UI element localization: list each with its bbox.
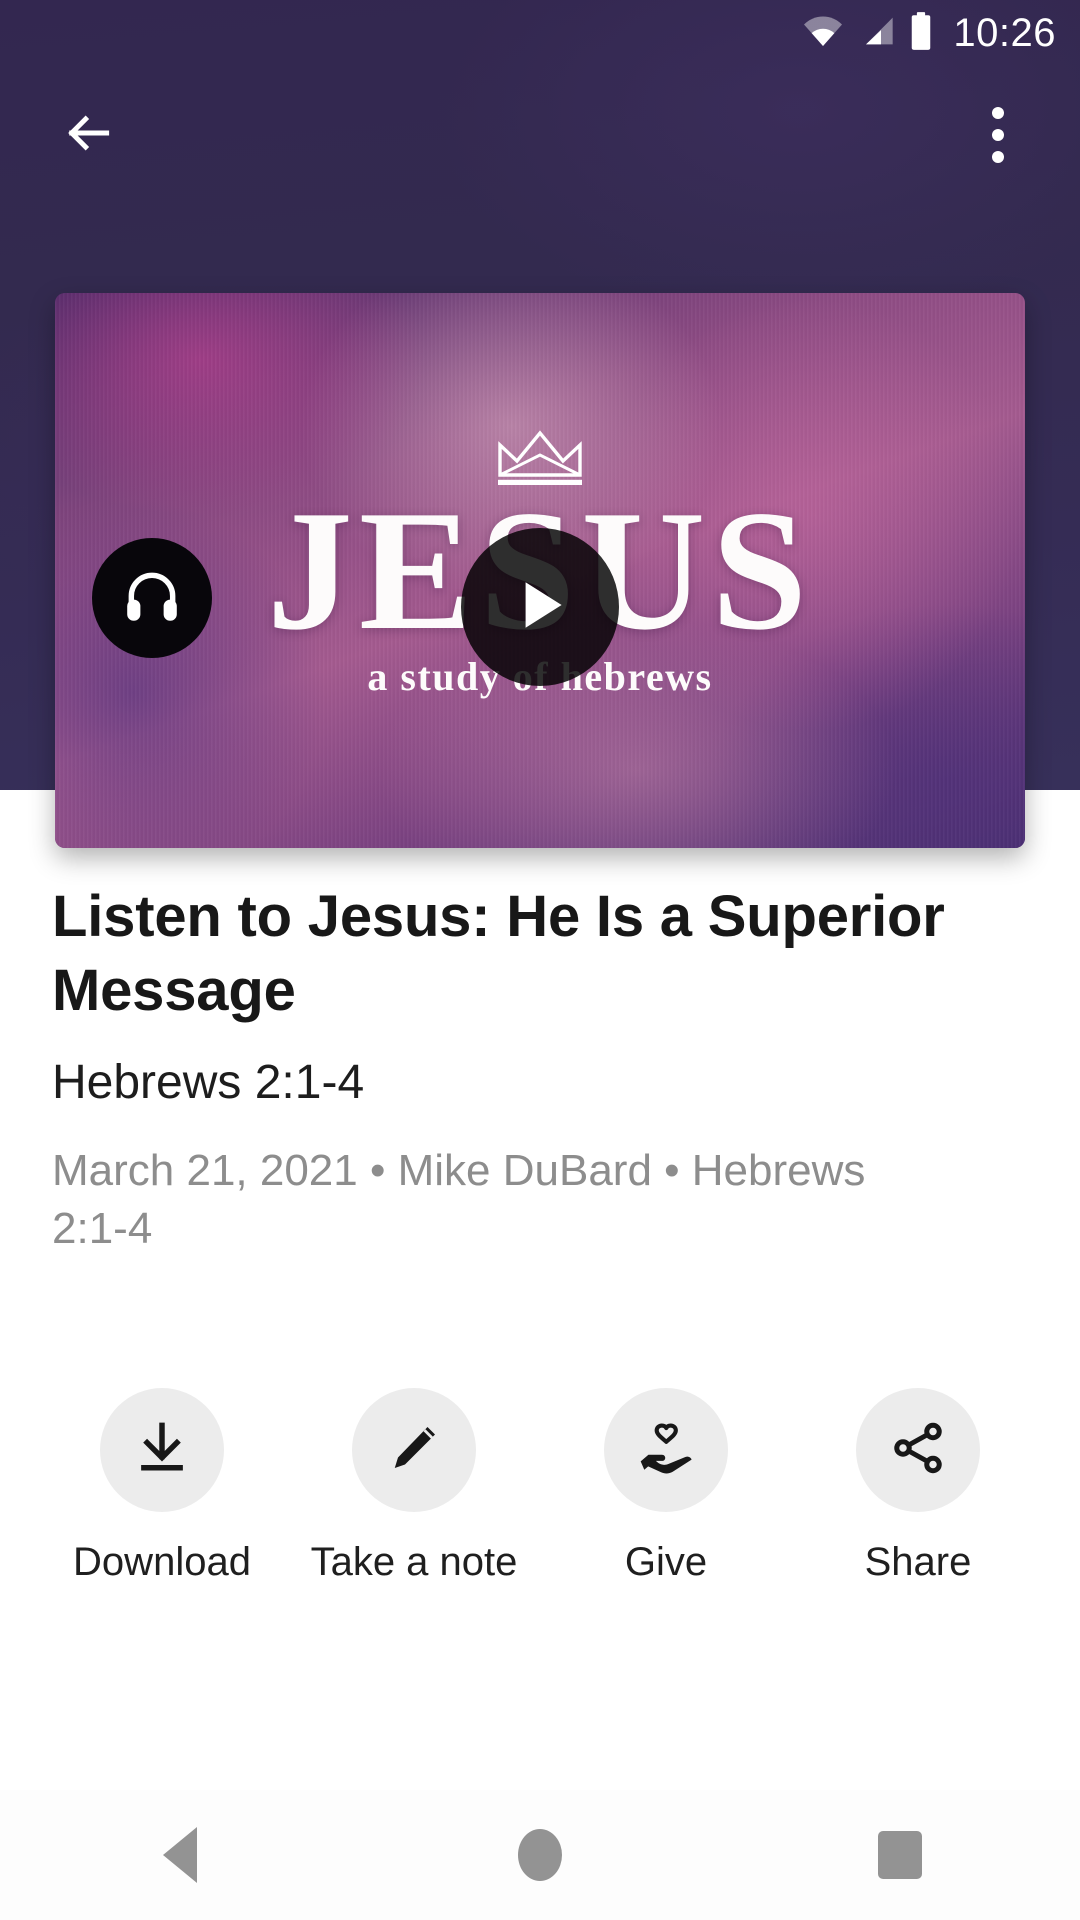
android-recents-icon (878, 1831, 922, 1879)
cellular-signal-icon (857, 16, 895, 51)
headphones-icon (121, 565, 183, 632)
take-note-button[interactable] (352, 1388, 476, 1512)
sermon-artwork-card[interactable]: JESUS a study of hebrews (55, 293, 1025, 848)
download-button[interactable] (100, 1388, 224, 1512)
app-bar (0, 66, 1080, 204)
listen-audio-button[interactable] (92, 538, 212, 658)
play-icon (504, 569, 576, 646)
download-icon (130, 1416, 194, 1485)
give-button[interactable] (604, 1388, 728, 1512)
status-bar: 10:26 (0, 0, 1080, 66)
overflow-menu-icon (992, 107, 1004, 163)
sermon-detail-screen: 10:26 JESUS (0, 0, 1080, 1920)
download-label: Download (73, 1540, 251, 1584)
back-button[interactable] (40, 87, 136, 183)
battery-icon (909, 11, 933, 55)
android-home-icon (518, 1829, 562, 1881)
android-nav-bar (0, 1790, 1080, 1920)
action-row: Download Take a note Give Share (0, 1388, 1080, 1585)
share-label: Share (864, 1540, 972, 1584)
sermon-meta: March 21, 2021 • Mike DuBard • Hebrews 2… (52, 1146, 866, 1254)
status-bar-icons (803, 11, 933, 55)
sermon-info: Listen to Jesus: He Is a Superior Messag… (0, 880, 1080, 1258)
give-label: Give (624, 1540, 708, 1584)
wifi-icon (803, 16, 843, 51)
sermon-title: Listen to Jesus: He Is a Superior Messag… (52, 884, 945, 1024)
take-note-label: Take a note (310, 1540, 518, 1584)
sermon-passage: Hebrews 2:1-4 (52, 1056, 365, 1110)
status-bar-clock: 10:26 (953, 11, 1056, 55)
share-icon (888, 1418, 948, 1483)
hand-heart-icon (635, 1417, 697, 1484)
nav-recents-button[interactable] (810, 1790, 990, 1920)
share-button[interactable] (856, 1388, 980, 1512)
share-action[interactable]: Share (792, 1388, 1044, 1585)
android-back-icon (163, 1827, 197, 1883)
pencil-icon (384, 1418, 444, 1483)
give-action[interactable]: Give (540, 1388, 792, 1585)
take-note-action[interactable]: Take a note (288, 1388, 540, 1585)
play-button[interactable] (461, 528, 619, 686)
download-action[interactable]: Download (36, 1388, 288, 1585)
nav-home-button[interactable] (450, 1790, 630, 1920)
overflow-menu-button[interactable] (950, 87, 1046, 183)
back-arrow-icon (60, 105, 116, 166)
nav-back-button[interactable] (90, 1790, 270, 1920)
